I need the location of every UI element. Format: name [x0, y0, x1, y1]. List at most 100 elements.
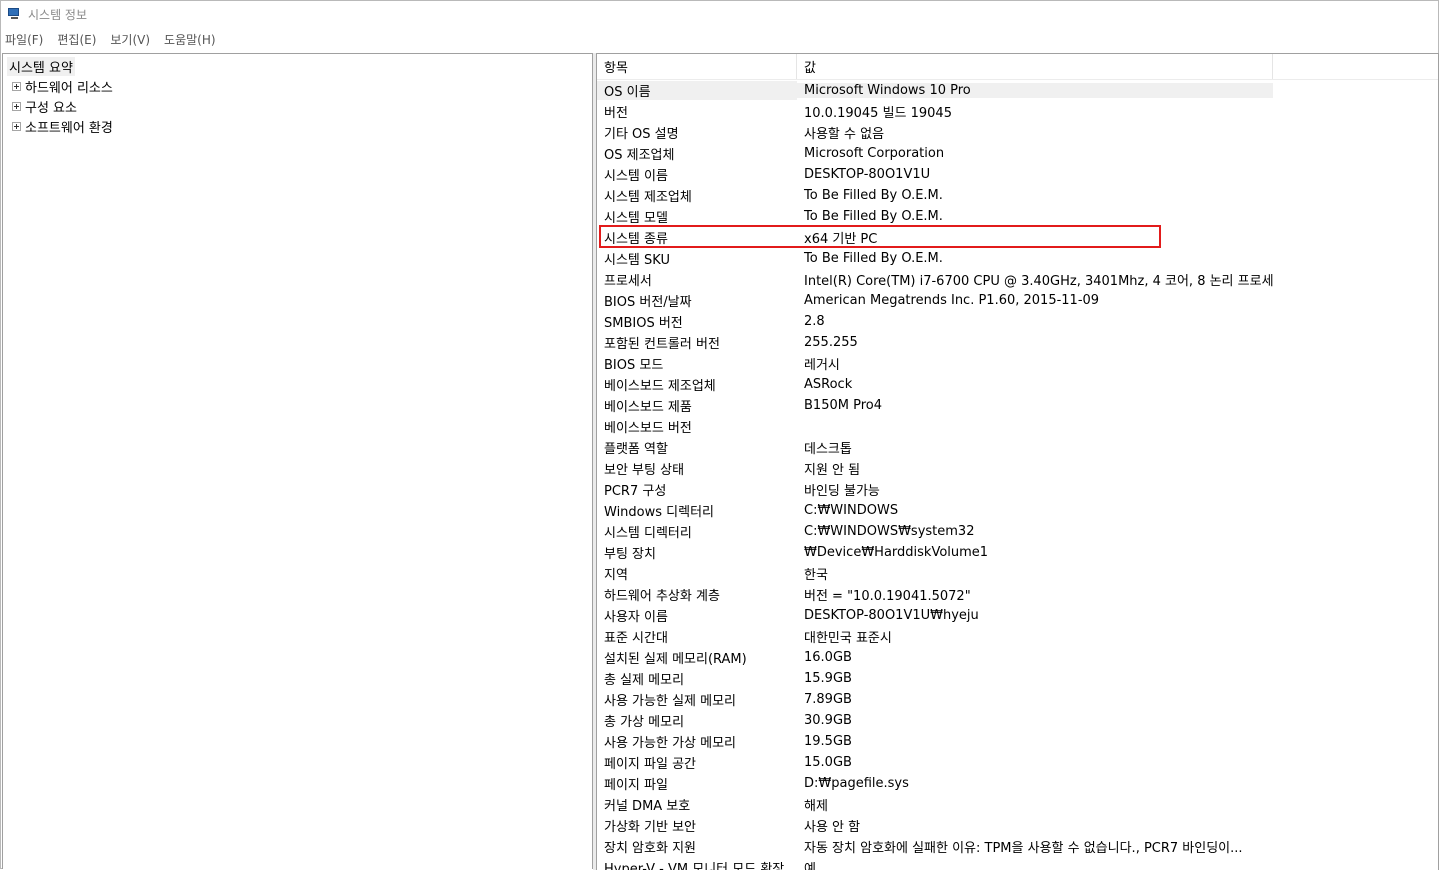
table-row[interactable]: 표준 시간대 대한민국 표준시	[597, 626, 1438, 647]
row-item-value: To Be Filled By O.E.M.	[804, 188, 943, 203]
table-row[interactable]: 총 실제 메모리 15.9GB	[597, 668, 1438, 689]
row-item-value: 7.89GB	[804, 692, 852, 707]
table-row[interactable]: 기타 OS 설명 사용할 수 없음	[597, 122, 1438, 143]
title-bar: 시스템 정보	[1, 1, 1438, 27]
menu-help[interactable]: 도움말(H)	[164, 31, 216, 48]
row-item-name: 커널 DMA 보호	[604, 799, 691, 814]
table-row[interactable]: 하드웨어 추상화 계층 버전 = "10.0.19041.5072"	[597, 584, 1438, 605]
table-row[interactable]: 장치 암호화 지원 자동 장치 암호화에 실패한 이유: TPM을 사용할 수 없…	[597, 836, 1438, 857]
tree-item-software-environment[interactable]: 소프트웨어 환경	[3, 116, 592, 136]
row-item-name: 페이지 파일	[604, 778, 668, 793]
table-row[interactable]: Hyper-V - VM 모니터 모드 확장 예	[597, 857, 1438, 870]
table-header: 항목 값	[597, 54, 1438, 80]
table-row[interactable]: 포함된 컨트롤러 버전 255.255	[597, 332, 1438, 353]
row-item-value: 15.9GB	[804, 671, 852, 686]
row-item-value: D:₩pagefile.sys	[804, 776, 909, 791]
row-item-name: 베이스보드 버전	[604, 421, 692, 436]
row-item-value: x64 기반 PC	[804, 232, 878, 247]
expand-icon[interactable]	[12, 81, 21, 91]
table-row[interactable]: 플랫폼 역할 데스크톱	[597, 437, 1438, 458]
table-row[interactable]: 사용 가능한 실제 메모리 7.89GB	[597, 689, 1438, 710]
row-item-name: PCR7 구성	[604, 484, 667, 499]
row-item-name: 프로세서	[604, 274, 652, 289]
menu-bar: 파일(F) 편집(E) 보기(V) 도움말(H)	[1, 29, 1438, 49]
table-row[interactable]: Windows 디렉터리 C:₩WINDOWS	[597, 500, 1438, 521]
row-item-value: 해제	[804, 799, 828, 814]
table-row[interactable]: 버전 10.0.19045 빌드 19045	[597, 101, 1438, 122]
table-row[interactable]: 시스템 디렉터리 C:₩WINDOWS₩system32	[597, 521, 1438, 542]
table-row[interactable]: 시스템 SKU To Be Filled By O.E.M.	[597, 248, 1438, 269]
expand-icon[interactable]	[12, 121, 21, 131]
row-item-name: 장치 암호화 지원	[604, 841, 696, 856]
row-item-value: DESKTOP-80O1V1U₩hyeju	[804, 608, 979, 623]
menu-file[interactable]: 파일(F)	[5, 31, 43, 48]
expand-icon[interactable]	[12, 101, 21, 111]
table-row[interactable]: 페이지 파일 D:₩pagefile.sys	[597, 773, 1438, 794]
table-row[interactable]: 커널 DMA 보호 해제	[597, 794, 1438, 815]
table-row[interactable]: 사용자 이름 DESKTOP-80O1V1U₩hyeju	[597, 605, 1438, 626]
row-item-value: B150M Pro4	[804, 398, 882, 413]
tree-item-hardware-resources[interactable]: 하드웨어 리소스	[3, 76, 592, 96]
row-item-name: 시스템 SKU	[604, 253, 670, 268]
table-row[interactable]: 사용 가능한 가상 메모리 19.5GB	[597, 731, 1438, 752]
tree-item-components[interactable]: 구성 요소	[3, 96, 592, 116]
table-row[interactable]: 가상화 기반 보안 사용 안 함	[597, 815, 1438, 836]
row-item-value: 10.0.19045 빌드 19045	[804, 106, 952, 121]
table-row[interactable]: 보안 부팅 상태 지원 안 됨	[597, 458, 1438, 479]
row-item-value: 30.9GB	[804, 713, 852, 728]
table-row[interactable]: 베이스보드 제조업체 ASRock	[597, 374, 1438, 395]
tree-item-label: 하드웨어 리소스	[25, 80, 113, 96]
row-item-name: 시스템 제조업체	[604, 190, 692, 205]
row-item-name: 사용 가능한 가상 메모리	[604, 736, 736, 751]
row-item-value: 255.255	[804, 335, 858, 350]
table-body: OS 이름 Microsoft Windows 10 Pro 버전 10.0.1904…	[597, 80, 1438, 870]
row-item-name: BIOS 버전/날짜	[604, 295, 692, 310]
row-item-name: OS 이름	[597, 81, 797, 100]
menu-view[interactable]: 보기(V)	[110, 31, 150, 48]
table-row[interactable]: 페이지 파일 공간 15.0GB	[597, 752, 1438, 773]
row-item-name: 시스템 종류	[604, 232, 668, 247]
row-item-value: 사용 안 함	[804, 820, 861, 835]
row-item-value: Intel(R) Core(TM) i7-6700 CPU @ 3.40GHz,…	[804, 274, 1273, 289]
table-row[interactable]: 시스템 모델 To Be Filled By O.E.M.	[597, 206, 1438, 227]
tree-item-system-summary[interactable]: 시스템 요약	[3, 56, 592, 76]
table-row[interactable]: 시스템 종류 x64 기반 PC	[597, 227, 1438, 248]
row-item-name: 기타 OS 설명	[604, 127, 679, 142]
table-row[interactable]: 시스템 제조업체 To Be Filled By O.E.M.	[597, 185, 1438, 206]
row-item-name: 보안 부팅 상태	[604, 463, 685, 478]
table-row[interactable]: 베이스보드 제품 B150M Pro4	[597, 395, 1438, 416]
row-item-value: C:₩WINDOWS	[804, 503, 899, 518]
row-item-value: Microsoft Corporation	[804, 146, 945, 161]
table-row[interactable]: BIOS 모드 레거시	[597, 353, 1438, 374]
row-item-value: 대한민국 표준시	[804, 631, 892, 646]
table-row[interactable]: 총 가상 메모리 30.9GB	[597, 710, 1438, 731]
table-row[interactable]: BIOS 버전/날짜 American Megatrends Inc. P1.60…	[597, 290, 1438, 311]
row-item-value: 버전 = "10.0.19041.5072"	[804, 589, 971, 604]
window-title: 시스템 정보	[28, 7, 88, 22]
tree-item-label: 소프트웨어 환경	[25, 120, 113, 136]
row-item-value: ASRock	[804, 377, 853, 392]
row-item-value: DESKTOP-80O1V1U	[804, 167, 931, 182]
table-row[interactable]: OS 제조업체 Microsoft Corporation	[597, 143, 1438, 164]
row-item-value: ₩Device₩HarddiskVolume1	[804, 545, 989, 560]
table-row[interactable]: OS 이름 Microsoft Windows 10 Pro	[597, 80, 1438, 101]
row-item-name: 사용 가능한 실제 메모리	[604, 694, 736, 709]
row-item-name: 포함된 컨트롤러 버전	[604, 337, 720, 352]
column-header-value[interactable]: 값	[797, 54, 1273, 79]
table-row[interactable]: SMBIOS 버전 2.8	[597, 311, 1438, 332]
row-item-value: 데스크톱	[804, 442, 852, 457]
table-row[interactable]: PCR7 구성 바인딩 불가능	[597, 479, 1438, 500]
row-item-value: 바인딩 불가능	[804, 484, 880, 499]
row-item-value: To Be Filled By O.E.M.	[804, 251, 943, 266]
table-row[interactable]: 시스템 이름 DESKTOP-80O1V1U	[597, 164, 1438, 185]
system-info-icon	[7, 7, 21, 21]
column-header-item[interactable]: 항목	[597, 54, 797, 79]
row-item-value: 16.0GB	[804, 650, 852, 665]
table-row[interactable]: 지역 한국	[597, 563, 1438, 584]
table-row[interactable]: 프로세서 Intel(R) Core(TM) i7-6700 CPU @ 3.40…	[597, 269, 1438, 290]
table-row[interactable]: 베이스보드 버전	[597, 416, 1438, 437]
table-row[interactable]: 설치된 실제 메모리(RAM) 16.0GB	[597, 647, 1438, 668]
table-row[interactable]: 부팅 장치 ₩Device₩HarddiskVolume1	[597, 542, 1438, 563]
menu-edit[interactable]: 편집(E)	[57, 31, 96, 48]
row-item-value: 2.8	[804, 314, 825, 329]
